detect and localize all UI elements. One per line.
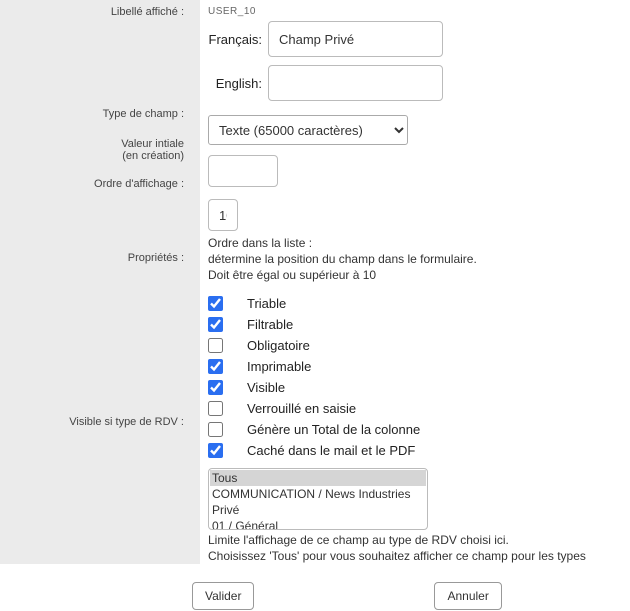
property-checkbox[interactable] <box>208 338 223 353</box>
property-checkbox[interactable] <box>208 443 223 458</box>
rdv-help-2: Choisissez 'Tous' pour vous souhaitez af… <box>208 548 630 564</box>
property-checkbox[interactable] <box>208 317 223 332</box>
annuler-button[interactable]: Annuler <box>434 582 501 610</box>
property-label: Filtrable <box>247 317 293 332</box>
rdv-type-item[interactable]: Tous <box>210 470 426 486</box>
rdv-type-item[interactable]: 01 / Général <box>210 518 426 530</box>
property-checkbox[interactable] <box>208 296 223 311</box>
property-label: Génère un Total de la colonne <box>247 422 420 437</box>
francais-input[interactable] <box>268 21 443 57</box>
property-label: Verrouillé en saisie <box>247 401 356 416</box>
user-code-value: USER_10 <box>208 2 630 21</box>
proprietes-label: Propriétés : <box>0 252 190 264</box>
ordre-help-1: Ordre dans la liste : <box>208 235 630 251</box>
english-input[interactable] <box>268 65 443 101</box>
rdv-help-1: Limite l'affichage de ce champ au type d… <box>208 532 630 548</box>
property-row: Caché dans le mail et le PDF <box>208 443 630 458</box>
property-row: Génère un Total de la colonne <box>208 422 630 437</box>
property-label: Obligatoire <box>247 338 310 353</box>
property-row: Verrouillé en saisie <box>208 401 630 416</box>
valeur-initiale-label-2: (en création) <box>0 150 190 162</box>
type-champ-label: Type de champ : <box>0 98 190 120</box>
valeur-initiale-input[interactable] <box>208 155 278 187</box>
property-label: Caché dans le mail et le PDF <box>247 443 415 458</box>
libelle-label: Libellé affiché : <box>0 0 190 18</box>
english-label: English: <box>208 76 268 91</box>
property-checkbox[interactable] <box>208 422 223 437</box>
property-row: Obligatoire <box>208 338 630 353</box>
rdv-type-listbox[interactable]: TousCOMMUNICATION / News IndustriesPrivé… <box>208 468 428 530</box>
type-champ-select[interactable]: Texte (65000 caractères) <box>208 115 408 145</box>
francais-label: Français: <box>208 32 268 47</box>
ordre-help-3: Doit être égal ou supérieur à 10 <box>208 267 630 283</box>
ordre-affichage-label: Ordre d'affichage : <box>0 178 190 190</box>
property-checkbox[interactable] <box>208 401 223 416</box>
ordre-input[interactable] <box>208 199 238 231</box>
valider-button[interactable]: Valider <box>192 582 254 610</box>
property-row: Filtrable <box>208 317 630 332</box>
property-row: Imprimable <box>208 359 630 374</box>
visible-rdv-label: Visible si type de RDV : <box>0 416 190 428</box>
property-label: Visible <box>247 380 285 395</box>
property-checkbox[interactable] <box>208 380 223 395</box>
property-checkbox[interactable] <box>208 359 223 374</box>
ordre-help-2: détermine la position du champ dans le f… <box>208 251 630 267</box>
rdv-type-item[interactable]: Privé <box>210 502 426 518</box>
property-label: Imprimable <box>247 359 311 374</box>
property-label: Triable <box>247 296 286 311</box>
valeur-initiale-label-1: Valeur intiale <box>0 138 190 150</box>
property-row: Triable <box>208 296 630 311</box>
rdv-type-item[interactable]: COMMUNICATION / News Industries <box>210 486 426 502</box>
property-row: Visible <box>208 380 630 395</box>
